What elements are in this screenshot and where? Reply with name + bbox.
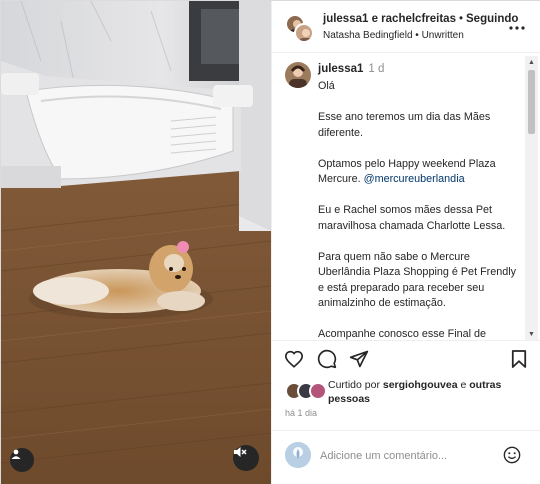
share-icon: [349, 349, 369, 374]
liker-username[interactable]: sergiohgouvea: [383, 379, 458, 391]
post-side-panel: julessa1 e rachelcfreitas • Seguindo Natas…: [271, 1, 540, 484]
emoji-icon: [503, 446, 521, 469]
comment-input[interactable]: [320, 447, 490, 465]
heart-icon: [284, 350, 304, 373]
scroll-thumb[interactable]: [528, 70, 535, 134]
avatar: [285, 442, 311, 468]
user-tag-button[interactable]: [10, 448, 34, 472]
more-options-button[interactable]: [508, 17, 526, 35]
caption-paragraph: Eu e Rachel somos mães dessa Pet maravil…: [318, 204, 506, 232]
post-media[interactable]: [1, 1, 271, 484]
caption-paragraph: Acompanhe conosco esse Final de semana i…: [318, 328, 487, 340]
post-timestamp[interactable]: há 1 dia: [285, 408, 317, 418]
mute-button[interactable]: [233, 445, 259, 471]
emoji-button[interactable]: [502, 446, 522, 469]
avatar: [309, 382, 327, 400]
post-authors: julessa1 e rachelcfreitas • Seguindo: [323, 13, 518, 25]
caption-username[interactable]: julessa1: [318, 63, 363, 75]
caption-header: julessa1 1 d: [318, 63, 384, 75]
likes-summary: Curtido por sergiohgouvea e outras pesso…: [272, 377, 540, 407]
post-modal: julessa1 e rachelcfreitas • Seguindo Natas…: [0, 0, 540, 484]
liker-avatars[interactable]: [285, 382, 329, 400]
avatar[interactable]: [294, 23, 314, 43]
scroll-down-arrow[interactable]: ▼: [525, 328, 538, 340]
more-horizontal-icon: [509, 17, 525, 35]
caption-scrollbar[interactable]: ▲ ▼: [525, 56, 538, 340]
separator-dot: •: [458, 13, 464, 25]
comment-bar: [272, 430, 540, 484]
caption-text: Olá Esse ano teremos um dia das Mães dif…: [318, 79, 518, 340]
likes-text: Curtido por sergiohgouvea e outras pesso…: [328, 378, 528, 406]
likes-prefix: Curtido por: [328, 379, 380, 391]
share-button[interactable]: [348, 350, 370, 372]
avatar[interactable]: [285, 62, 311, 88]
post-header: julessa1 e rachelcfreitas • Seguindo Natas…: [272, 1, 540, 53]
caption-paragraph: Olá: [318, 80, 335, 92]
author-usernames[interactable]: julessa1 e rachelcfreitas: [323, 13, 456, 25]
mention-link[interactable]: @mercureuberlandia: [364, 173, 465, 185]
caption-paragraph: Esse ano teremos um dia das Mães diferen…: [318, 111, 491, 139]
caption-paragraph: Optamos pelo Happy weekend Plaza Mercure…: [318, 157, 518, 188]
caption-paragraph: Para quem não sabe o Mercure Uberlândia …: [318, 250, 517, 310]
comment-icon: [317, 349, 337, 374]
audio-track[interactable]: Natasha Bedingfield • Unwritten: [323, 30, 464, 41]
post-photo: [1, 1, 271, 484]
post-actions: [272, 340, 540, 380]
caption-area: julessa1 1 d Olá Esse ano teremos um dia …: [272, 54, 540, 340]
bookmark-icon: [511, 349, 527, 374]
like-button[interactable]: [283, 350, 305, 372]
collab-avatars[interactable]: [285, 14, 314, 43]
caption-time: 1 d: [368, 63, 385, 75]
comment-button[interactable]: [316, 349, 338, 374]
save-button[interactable]: [508, 349, 530, 374]
likes-middle: e: [460, 379, 467, 391]
scroll-up-arrow[interactable]: ▲: [525, 56, 538, 68]
